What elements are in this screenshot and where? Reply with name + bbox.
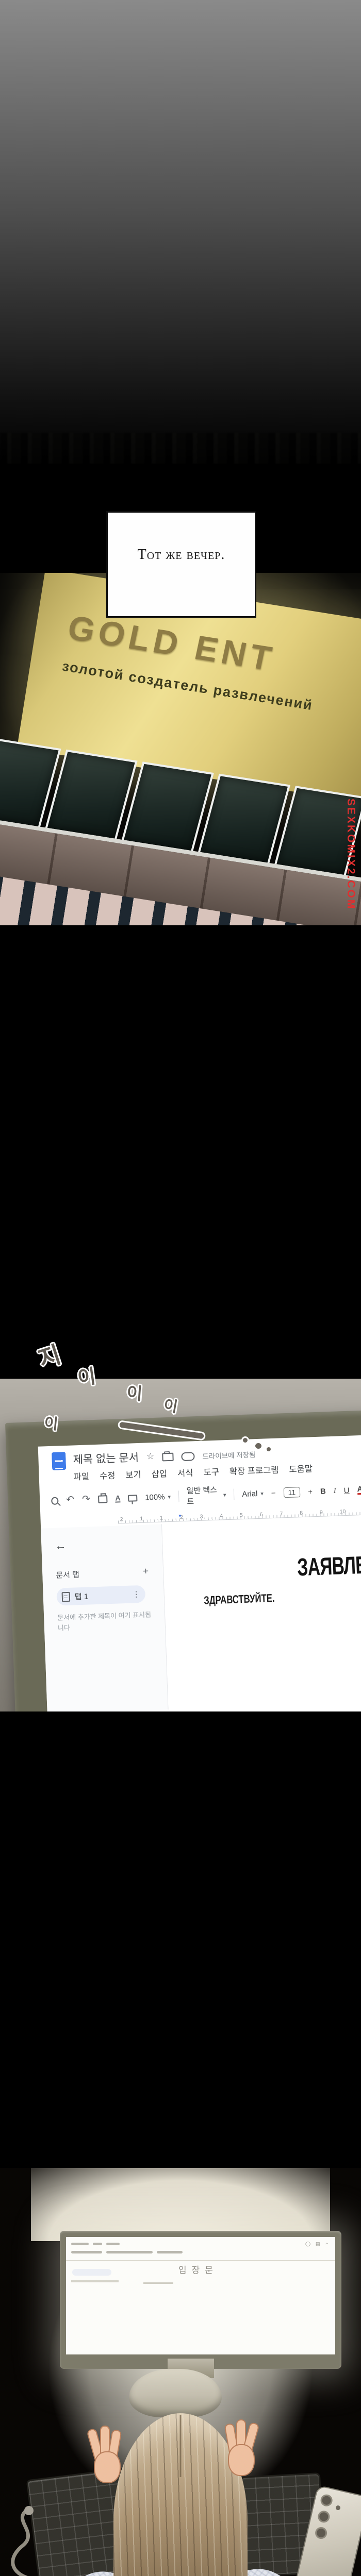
window-pane [121, 761, 214, 853]
italic-button[interactable]: I [333, 1486, 336, 1495]
menu-extensions[interactable]: 확장 프로그램 [229, 1463, 278, 1477]
underline-button[interactable]: U [343, 1486, 349, 1495]
webtoon-page: Тот же вечер. GOLD ENT золотой создатель… [0, 0, 361, 2576]
mini-ruler [66, 2257, 335, 2261]
kebab-menu-icon[interactable]: ⋮ [132, 1589, 140, 1599]
bold-button[interactable]: B [320, 1487, 326, 1496]
camera-lens [317, 2510, 331, 2524]
mini-toolbar-chip [71, 2243, 89, 2245]
menu-help[interactable]: 도움말 [289, 1462, 313, 1475]
sfx-char: 이 [126, 1379, 143, 1405]
camera-flash [335, 2505, 341, 2511]
desk-scene-panel: ◯▤◔ 입장문 [0, 2168, 361, 2576]
desk-monitor-screen: ◯▤◔ 입장문 [66, 2237, 335, 2354]
monitor-stand-base [129, 2369, 222, 2417]
document-title[interactable]: 제목 없는 문서 [73, 1449, 139, 1467]
sidebar-hint-text: 문서에 추가한 제목이 여기 표시됩니다 [57, 1609, 155, 1633]
mini-menu-chip [157, 2251, 183, 2253]
mini-header-icons: ◯▤◔ [305, 2241, 328, 2247]
cloud-saved-icon [181, 1452, 195, 1461]
paint-format-icon[interactable] [128, 1495, 137, 1502]
mini-doc-title: 입장문 [178, 2263, 218, 2276]
print-icon[interactable] [98, 1495, 108, 1503]
indent-marker-icon[interactable]: ▼ [177, 1513, 182, 1518]
chevron-down-icon: ▾ [223, 1492, 226, 1498]
mini-toolbar-chip [93, 2243, 102, 2245]
monitor-screen: 제목 없는 문서 ☆ 드라이브에 저장됨 파일 수정 보기 삽입 서식 [38, 1434, 361, 1711]
sfx-char: 이 [43, 1411, 59, 1434]
star-icon[interactable]: ☆ [146, 1451, 155, 1462]
window-pane [45, 750, 138, 841]
docs-toolbar: ↶ ↷ A 100%▾ 일반 텍스트▾ Arial▾ [51, 1478, 361, 1512]
sfx-char: 이 [75, 1360, 97, 1391]
watermark-text: SEXKOMIX2.COM [344, 799, 357, 910]
camera-lens [314, 2526, 329, 2540]
mini-doc-line [143, 2282, 173, 2284]
menu-insert[interactable]: 삽입 [151, 1467, 167, 1480]
caption-box: Тот же вечер. [106, 511, 256, 618]
mini-sidebar-pill [72, 2269, 111, 2276]
menu-edit[interactable]: 수정 [100, 1469, 116, 1482]
monitor-bezel: 제목 없는 문서 ☆ 드라이브에 저장됨 파일 수정 보기 삽입 서식 [5, 1410, 361, 1711]
menu-format[interactable]: 서식 [177, 1466, 193, 1479]
mini-sidebar-line [71, 2280, 119, 2282]
document-tabs-label: 문서 탭 [56, 1569, 79, 1581]
treeline-silhouette [0, 433, 361, 464]
earphones-cable [7, 2505, 47, 2576]
desk-monitor-bezel: ◯▤◔ 입장문 [60, 2231, 341, 2369]
toolbar-divider [178, 1490, 179, 1502]
font-size-increase[interactable]: + [308, 1487, 313, 1496]
window-pane [198, 774, 290, 865]
search-icon[interactable] [51, 1497, 58, 1504]
saved-status: 드라이브에 저장됨 [202, 1449, 256, 1461]
text-color-button[interactable]: A [357, 1485, 361, 1495]
sfx-dot [254, 1442, 263, 1450]
mini-toolbar-chip [106, 2243, 120, 2245]
docs-header: 제목 없는 문서 ☆ 드라이브에 저장됨 파일 수정 보기 삽입 서식 [38, 1434, 361, 1484]
document-page[interactable]: ЗАЯВЛЕНИЕ ЗДРАВСТВУЙТЕ. [162, 1516, 361, 1709]
spellcheck-icon[interactable]: A [115, 1494, 121, 1502]
font-size-decrease[interactable]: − [271, 1488, 276, 1497]
google-docs-icon [52, 1452, 66, 1470]
menu-tools[interactable]: 도구 [203, 1465, 219, 1478]
caption-text: Тот же вечер. [108, 547, 255, 563]
menu-file[interactable]: 파일 [73, 1469, 89, 1482]
menu-view[interactable]: 보기 [125, 1468, 141, 1481]
building-panel: GOLD ENT золотой создатель развлечений S… [0, 573, 361, 925]
sfx-dot [241, 1436, 249, 1444]
mini-menu-chip [71, 2251, 102, 2253]
document-heading: ЗАЯВЛЕНИЕ [297, 1550, 361, 1582]
tab-item[interactable]: 탭 1 ⋮ [56, 1585, 145, 1606]
tab-label: 탭 1 [74, 1589, 133, 1602]
sfx-dot [265, 1446, 272, 1453]
chevron-down-icon: ▾ [168, 1493, 171, 1500]
font-select[interactable]: Arial▾ [242, 1489, 264, 1498]
font-size-field[interactable]: 11 [283, 1487, 300, 1498]
add-tab-button[interactable]: + [143, 1566, 149, 1577]
camera-lens [319, 2493, 334, 2507]
chevron-down-icon: ▾ [260, 1490, 264, 1497]
sfx-char: 지 [34, 1336, 65, 1375]
toolbar-divider [234, 1489, 235, 1500]
undo-icon[interactable]: ↶ [66, 1496, 74, 1504]
night-sky [0, 0, 361, 466]
move-folder-icon[interactable] [162, 1453, 174, 1462]
mini-menu-chip [106, 2251, 153, 2253]
paragraph-style-select[interactable]: 일반 텍스트▾ [186, 1484, 226, 1507]
tab-doc-icon [62, 1591, 71, 1602]
docs-sidebar: ← 문서 탭 + 탭 1 ⋮ 문서에 추가한 제목이 여기 표시됩니다 [41, 1524, 168, 1711]
document-body-line: ЗДРАВСТВУЙТЕ. [204, 1591, 275, 1607]
zoom-select[interactable]: 100%▾ [145, 1492, 171, 1502]
back-arrow-icon[interactable]: ← [55, 1536, 162, 1553]
redo-icon[interactable]: ↷ [82, 1496, 90, 1503]
